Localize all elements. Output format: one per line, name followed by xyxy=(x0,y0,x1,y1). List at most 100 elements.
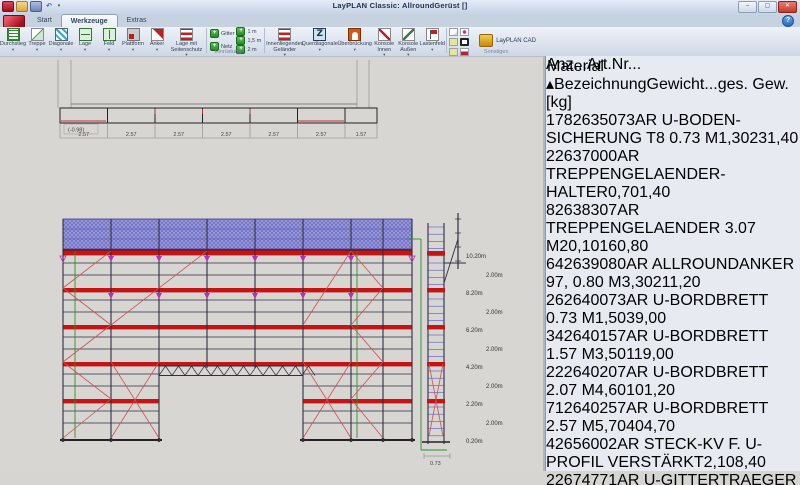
ribbon-button-querdiagonale[interactable]: Z Querdiagonale ▾ xyxy=(302,27,338,52)
chevron-down-icon: ▾ xyxy=(35,46,39,52)
ribbon-group-label-sonstiges: Sonstiges xyxy=(483,49,509,55)
ribbon-button-diagonale[interactable]: Diagonale ▾ xyxy=(49,27,73,52)
svg-text:0.20m: 0.20m xyxy=(466,439,483,445)
close-button[interactable]: ✕ xyxy=(778,1,797,13)
title-bar: ↶ ▾ LayPLAN Classic: AllroundGerüst [] –… xyxy=(0,0,800,15)
svg-text:2.57: 2.57 xyxy=(173,132,184,138)
tab-werkzeuge[interactable]: Werkzeuge xyxy=(60,14,118,27)
table-row[interactable]: 22637000AR TREPPENGELAENDER-HALTER0,701,… xyxy=(546,148,800,202)
toggle-gitter[interactable]: + Gitter xyxy=(210,29,234,38)
column-header-2[interactable]: Bezeichnung xyxy=(554,76,647,93)
table-row[interactable]: 42656002AR STECK-KV F. U-PROFIL VERSTÄRK… xyxy=(546,436,800,472)
cell: 178 xyxy=(546,112,573,129)
table-row[interactable]: 262640073AR U-BORDBRETT 0.73 M1,5039,00 xyxy=(546,292,800,328)
table-row[interactable]: 1782635073AR U-BODEN-SICHERUNG T8 0.73 M… xyxy=(546,112,800,148)
plus-icon: + xyxy=(236,36,246,45)
toggle-1-m[interactable]: +1 m xyxy=(236,27,261,36)
svg-text:(-0.98): (-0.98) xyxy=(68,128,84,134)
page-icon[interactable] xyxy=(449,28,459,36)
toggle-1-5-m[interactable]: +1,5 m xyxy=(236,36,261,45)
table-row[interactable]: 642639080AR ALLROUNDANKER 97, 0.80 M3,30… xyxy=(546,256,800,292)
svg-text:2.20m: 2.20m xyxy=(466,402,483,408)
table-row[interactable]: 22674771AR U-GITTERTRAEGER LW 7.71 X 0.5… xyxy=(546,472,800,485)
tab-extras[interactable]: Extras xyxy=(118,14,156,27)
svg-text:6.20m: 6.20m xyxy=(466,328,483,334)
cell: 3,30 xyxy=(621,274,653,291)
cell: 1,30 xyxy=(718,130,750,147)
chevron-down-icon: ▾ xyxy=(83,46,87,52)
feld-icon xyxy=(102,28,116,41)
ribbon-button-lage-seitenschutz[interactable]: Lage mit Seitenschutz ▾ xyxy=(169,27,204,57)
yellow-swatch-icon[interactable] xyxy=(449,38,459,46)
window-controls: – ▢ ✕ xyxy=(738,1,797,13)
querdiagonale-icon: Z xyxy=(313,28,327,41)
svg-text:2.00m: 2.00m xyxy=(486,347,503,353)
lage-icon xyxy=(78,28,92,41)
ribbon-button-plattform[interactable]: Plattform ▾ xyxy=(121,27,145,52)
maximize-button[interactable]: ▢ xyxy=(758,1,777,13)
toggle-label: 1,5 m xyxy=(247,37,262,44)
ribbon-button-lastenfeld[interactable]: Lastenfeld ▾ xyxy=(420,27,445,52)
durchstieg-icon xyxy=(6,28,20,41)
minimize-button[interactable]: – xyxy=(738,1,757,13)
section-view: 0.73 10.20m 8.20m 6.20m 4.20m 2.20m 0.20m 2.00m… xyxy=(407,213,503,467)
ribbon-button-ueberbrueckung[interactable]: Überbrückung ▾ xyxy=(337,27,372,52)
cell: 404,70 xyxy=(626,418,675,435)
cell: 101,20 xyxy=(626,382,675,399)
ribbon-button-feld[interactable]: Feld ▾ xyxy=(97,27,121,52)
svg-text:2.00m: 2.00m xyxy=(486,421,503,427)
innen-gelaender-icon xyxy=(278,28,292,41)
ribbon-button-anker[interactable]: Anker ▾ xyxy=(145,27,169,52)
ribbon-button-innen-gelaender[interactable]: Innenliegendes Geländer ▾ xyxy=(266,27,303,57)
help-icon[interactable]: ? xyxy=(782,15,794,27)
chevron-down-icon: ▾ xyxy=(155,46,159,52)
column-header-3[interactable]: Gewicht... xyxy=(647,76,718,93)
table-row[interactable]: 82638307AR TREPPENGELAENDER 3.07 M20,101… xyxy=(546,202,800,256)
yellow-swatch-icon[interactable] xyxy=(449,48,459,56)
cell: 22 xyxy=(546,364,564,381)
tab-start[interactable]: Start xyxy=(28,14,61,27)
toggle-label: 1 m xyxy=(247,28,257,35)
table-row[interactable]: 222640207AR U-BORDBRETT 2.07 M4,60101,20 xyxy=(546,364,800,400)
cell: 2638307 xyxy=(554,202,618,219)
cell: 3,50 xyxy=(594,346,627,363)
plus-icon: + xyxy=(210,29,219,38)
group-separator xyxy=(264,28,266,53)
drawing-area[interactable]: 2.57 2.57 2.57 2.57 2.57 2.57 1.57 (-0.98) 0.73 1… xyxy=(0,56,543,471)
elevation-view xyxy=(59,218,416,442)
svg-text:2.00m: 2.00m xyxy=(486,384,503,390)
application-window: ↶ ▾ LayPLAN Classic: AllroundGerüst [] –… xyxy=(0,0,800,485)
cell: 231,40 xyxy=(749,130,799,147)
cell: 64 xyxy=(546,256,564,273)
layplan-cad-button[interactable]: LayPLAN CAD xyxy=(476,33,539,48)
cell: 4,60 xyxy=(594,382,627,399)
cad-icon xyxy=(479,34,494,47)
material-table: 1782635073AR U-BODEN-SICHERUNG T8 0.73 M… xyxy=(546,112,800,485)
ribbon-button-treppe[interactable]: Treppe ▾ xyxy=(25,27,49,52)
anker-icon xyxy=(150,28,164,41)
chevron-down-icon: ▾ xyxy=(11,46,15,52)
cell: 2640073 xyxy=(563,292,627,309)
plan-view: 2.57 2.57 2.57 2.57 2.57 2.57 1.57(-0.98) xyxy=(57,60,378,139)
scaffold-drawing: 2.57 2.57 2.57 2.57 2.57 2.57 1.57(-0.98)0.731… xyxy=(57,60,503,467)
cad-label: LayPLAN CAD xyxy=(496,37,536,44)
lastenfeld-icon xyxy=(425,28,439,41)
cell: 160,80 xyxy=(599,238,649,255)
cell: 2635073 xyxy=(572,112,635,129)
ribbon-button-konsole-aussen[interactable]: Konsole Außen ▾ xyxy=(396,27,420,57)
table-row[interactable]: 342640157AR U-BORDBRETT 1.57 M3,50119,00 xyxy=(546,328,800,364)
star-icon[interactable] xyxy=(460,28,470,36)
cell: 2 xyxy=(546,472,555,485)
lage-seitenschutz-icon xyxy=(180,28,193,41)
konsole-aussen-icon xyxy=(401,28,415,41)
table-row[interactable]: 712640257AR U-BORDBRETT 2.57 M5,70404,70 xyxy=(546,400,800,436)
ribbon-button-durchstieg[interactable]: Durchstieg ▾ xyxy=(0,27,26,52)
ribbon-button-konsole-innen[interactable]: Konsole Innen ▾ xyxy=(372,27,396,57)
cell: 20,10 xyxy=(559,238,600,255)
cell: 2,10 xyxy=(703,454,735,471)
ueberbrueckung-icon xyxy=(348,28,362,41)
cell: 1,50 xyxy=(594,310,627,327)
ring-icon[interactable] xyxy=(460,38,470,46)
svg-text:2.57: 2.57 xyxy=(268,132,279,138)
ribbon-button-lage[interactable]: Lage ▾ xyxy=(73,27,97,52)
